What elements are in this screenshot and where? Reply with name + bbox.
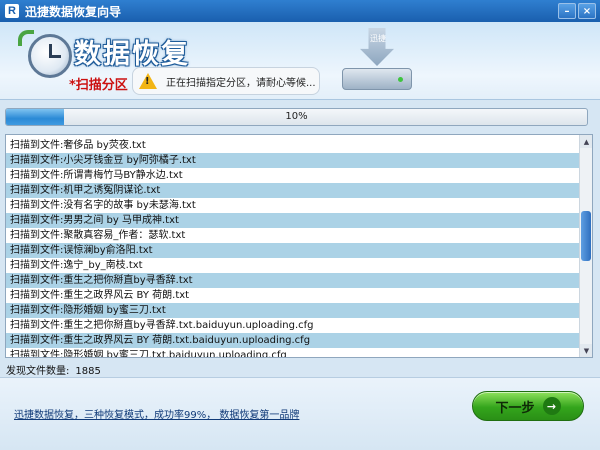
minimize-button[interactable]: – — [558, 3, 576, 19]
list-item[interactable]: 扫描到文件:重生之把你掰直by寻香辞.txt — [6, 273, 580, 288]
arrow-right-icon: → — [542, 397, 561, 415]
hard-drive-icon: 迅捷 — [338, 26, 416, 96]
close-button[interactable]: × — [578, 3, 596, 19]
refresh-arrow-icon — [18, 30, 34, 46]
window-controls: – × — [558, 3, 596, 19]
status-bubble: ! 正在扫描指定分区，请耐心等候... — [132, 67, 320, 95]
app-logo-icon: R — [5, 4, 19, 18]
next-button[interactable]: 下一步 → — [472, 391, 584, 421]
list-item[interactable]: 扫描到文件:隐形婚姻 by蜜三刀.txt.baiduyun.uploading.… — [6, 348, 580, 357]
found-count-label: 发现文件数量: — [6, 366, 70, 377]
drive-arrow-label: 迅捷 — [370, 34, 386, 43]
list-item[interactable]: 扫描到文件:隐形婚姻 by蜜三刀.txt — [6, 303, 580, 318]
list-item[interactable]: 扫描到文件:没有名字的故事 by未瑟海.txt — [6, 198, 580, 213]
list-item[interactable]: 扫描到文件:重生之政界风云 BY 荷朗.txt.baiduyun.uploadi… — [6, 333, 580, 348]
scroll-thumb[interactable] — [581, 211, 591, 261]
drive-body — [342, 68, 412, 90]
list-item[interactable]: 扫描到文件:逸宁_by_南枝.txt — [6, 258, 580, 273]
footer: 迅捷数据恢复，三种恢复模式，成功率99%， 数据恢复第一品牌 下一步 → — [0, 377, 600, 450]
list-item[interactable]: 扫描到文件:小尖牙钱金豆 by阿弥橘子.txt — [6, 153, 580, 168]
scanned-file-list[interactable]: 扫描到文件:奢侈品 by荧夜.txt 扫描到文件:小尖牙钱金豆 by阿弥橘子.tx… — [5, 134, 593, 358]
list-item[interactable]: 扫描到文件:重生之政界风云 BY 荷朗.txt — [6, 288, 580, 303]
list-item[interactable]: 扫描到文件:机甲之诱冤阴谋论.txt — [6, 183, 580, 198]
progress-percent: 10% — [285, 111, 308, 122]
window-title: 迅捷数据恢复向导 — [25, 4, 122, 19]
list-item[interactable]: 扫描到文件:奢侈品 by荧夜.txt — [6, 138, 580, 153]
status-message: 正在扫描指定分区，请耐心等候... — [166, 77, 316, 89]
list-item[interactable]: 扫描到文件:误惊澜by俞洛阳.txt — [6, 243, 580, 258]
header-banner: 数据恢复 *扫描分区 ! 正在扫描指定分区，请耐心等候... 迅捷 — [0, 22, 600, 100]
scan-progress-bar: 10% — [5, 108, 588, 126]
scroll-down-button[interactable]: ▼ — [580, 344, 592, 357]
page-title: 数据恢复 — [74, 39, 190, 70]
clock-icon — [28, 34, 72, 78]
list-item[interactable]: 扫描到文件:重生之把你掰直by寻香辞.txt.baiduyun.uploadin… — [6, 318, 580, 333]
list-item[interactable]: 扫描到文件:所谓青梅竹马BY静水边.txt — [6, 168, 580, 183]
promo-link[interactable]: 迅捷数据恢复，三种恢复模式，成功率99%， 数据恢复第一品牌 — [14, 406, 299, 421]
found-count: 发现文件数量: 1885 — [6, 362, 101, 377]
list-item[interactable]: 扫描到文件:男男之间 by 马甲成神.txt — [6, 213, 580, 228]
found-count-value: 1885 — [75, 366, 101, 377]
vertical-scrollbar[interactable]: ▲ ▼ — [579, 135, 592, 357]
title-bar: R 迅捷数据恢复向导 – × — [0, 0, 600, 22]
scroll-up-button[interactable]: ▲ — [580, 135, 592, 148]
warning-icon: ! — [139, 73, 157, 89]
drive-light — [398, 77, 403, 82]
list-item[interactable]: 扫描到文件:聚散真容易_作者：瑟软.txt — [6, 228, 580, 243]
step-label: *扫描分区 — [69, 78, 128, 93]
next-button-label: 下一步 — [495, 400, 535, 416]
file-list-rows: 扫描到文件:奢侈品 by荧夜.txt 扫描到文件:小尖牙钱金豆 by阿弥橘子.tx… — [6, 138, 580, 357]
